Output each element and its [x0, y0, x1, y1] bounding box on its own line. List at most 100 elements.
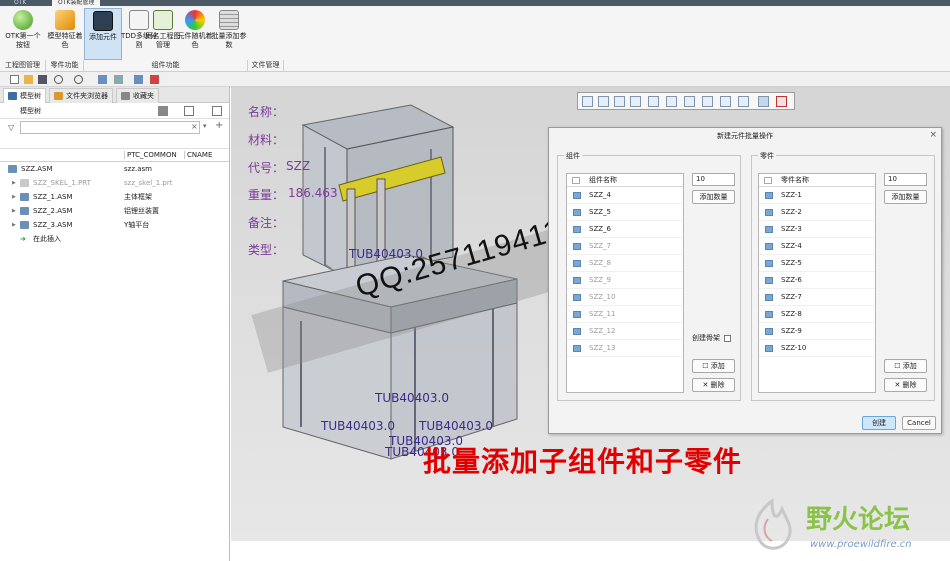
tree-row-insert-here[interactable]: ➜ 在此插入 — [0, 232, 229, 246]
part-add-count-button[interactable]: 添加数量 — [884, 190, 927, 204]
assembly-icon — [573, 294, 581, 301]
column-cname[interactable]: CNAME — [184, 151, 212, 159]
chevron-down-icon[interactable]: ▾ — [203, 122, 207, 130]
table-icon — [219, 10, 239, 30]
display-style-icon[interactable] — [648, 96, 659, 107]
repaint-icon[interactable] — [630, 96, 641, 107]
batch-add-params-button[interactable]: 批量添加参数 — [210, 8, 248, 60]
insert-arrow-icon: ➜ — [20, 235, 26, 243]
create-skeleton-checkbox[interactable]: 创建骨架 — [692, 333, 731, 343]
analysis-icon[interactable] — [776, 96, 787, 107]
part-count-input[interactable]: 10 — [884, 173, 927, 186]
list-item[interactable]: SZZ-3 — [759, 221, 875, 238]
list-item[interactable]: SZZ_13 — [567, 340, 683, 357]
assembly-add-button[interactable]: ☐ 添加 — [692, 359, 735, 373]
folder-icon — [54, 92, 63, 100]
assembly-panel-title: 组件 — [564, 151, 582, 161]
saved-views-icon[interactable] — [666, 96, 677, 107]
datum-display-icon[interactable] — [720, 96, 731, 107]
list-item[interactable]: SZZ-9 — [759, 323, 875, 340]
new-file-icon[interactable] — [10, 75, 19, 84]
otk-first-button[interactable]: OTK第一个按钮 — [4, 8, 42, 60]
window-icon[interactable] — [114, 75, 123, 84]
assembly-count-input[interactable]: 10 — [692, 173, 735, 186]
tree-row[interactable]: ▶ SZZ_2.ASM 铝锂丝装置 — [0, 204, 229, 218]
cancel-button[interactable]: Cancel — [902, 416, 936, 430]
part-delete-button[interactable]: ✕ 删除 — [884, 378, 927, 392]
palette-icon — [185, 10, 205, 30]
annotation-display-icon[interactable] — [738, 96, 749, 107]
tree-row-root[interactable]: SZZ.ASM szz.asm — [0, 162, 229, 176]
model-feature-color-button[interactable]: 模型特征着色 — [46, 8, 84, 60]
list-item[interactable]: SZZ_10 — [567, 289, 683, 306]
regenerate-icon[interactable] — [98, 75, 107, 84]
list-item[interactable]: SZZ-7 — [759, 289, 875, 306]
tab-folder-browser[interactable]: 文件夹浏览器 — [49, 88, 113, 103]
clear-icon[interactable]: × — [191, 122, 198, 131]
assembly-delete-button[interactable]: ✕ 删除 — [692, 378, 735, 392]
tree-row[interactable]: ▶ SZZ_SKEL_1.PRT szz_skel_1.prt — [0, 176, 229, 190]
undo-icon[interactable] — [54, 75, 63, 84]
list-item[interactable]: SZZ-1 — [759, 187, 875, 204]
tool-icon[interactable] — [150, 75, 159, 84]
view-manager-icon[interactable] — [684, 96, 695, 107]
part-add-button[interactable]: ☐ 添加 — [884, 359, 927, 373]
dialog-title: 新建元件批量操作 — [717, 132, 773, 140]
save-icon[interactable] — [38, 75, 47, 84]
list-item[interactable]: SZZ-2 — [759, 204, 875, 221]
tab-model-tree[interactable]: 模型树 — [3, 88, 46, 103]
list-item[interactable]: SZZ_12 — [567, 323, 683, 340]
show-icon[interactable] — [184, 106, 194, 116]
expand-arrow-icon[interactable]: ▶ — [12, 209, 16, 214]
columns-icon[interactable] — [212, 106, 222, 116]
checkbox-icon[interactable] — [572, 177, 580, 184]
settings-icon[interactable] — [158, 106, 168, 116]
checkbox-icon[interactable] — [724, 334, 731, 342]
list-item[interactable]: SZZ_4 — [567, 187, 683, 204]
close-window-icon[interactable] — [134, 75, 143, 84]
column-ptc-common[interactable]: PTC_COMMON — [124, 151, 177, 159]
list-item[interactable]: SZZ_8 — [567, 255, 683, 272]
create-button[interactable]: 创建 — [862, 416, 896, 430]
list-item[interactable]: SZZ-6 — [759, 272, 875, 289]
list-item[interactable]: SZZ_6 — [567, 221, 683, 238]
spin-center-icon[interactable] — [758, 96, 769, 107]
list-item[interactable]: SZZ-10 — [759, 340, 875, 357]
tube-label: TUB40403.0 — [321, 419, 395, 433]
tree-search-input[interactable] — [20, 121, 200, 134]
assembly-icon — [573, 345, 581, 352]
random-color-button[interactable]: 元件随机着色 — [176, 8, 214, 60]
refit-icon[interactable] — [582, 96, 593, 107]
list-item[interactable]: SZZ-4 — [759, 238, 875, 255]
redo-icon[interactable] — [74, 75, 83, 84]
expand-arrow-icon[interactable]: ▶ — [12, 181, 16, 186]
open-folder-icon[interactable] — [24, 75, 33, 84]
tree-row[interactable]: ▶ SZZ_1.ASM 主体框架 — [0, 190, 229, 204]
green-ball-icon — [13, 10, 33, 30]
part-icon — [765, 243, 773, 250]
cube-orange-icon — [55, 10, 75, 30]
list-item[interactable]: SZZ_7 — [567, 238, 683, 255]
close-icon[interactable]: × — [929, 131, 937, 140]
list-item[interactable]: SZZ_9 — [567, 272, 683, 289]
list-item[interactable]: SZZ-5 — [759, 255, 875, 272]
section-icon[interactable] — [702, 96, 713, 107]
add-component-button[interactable]: 添加元件 — [84, 8, 122, 60]
tree-row[interactable]: ▶ SZZ_3.ASM Y轴平台 — [0, 218, 229, 232]
add-filter-icon[interactable]: + — [215, 120, 223, 131]
zoom-in-icon[interactable] — [598, 96, 609, 107]
filter-icon: ▽ — [8, 123, 15, 132]
expand-arrow-icon[interactable]: ▶ — [12, 195, 16, 200]
list-item[interactable]: SZZ_11 — [567, 306, 683, 323]
list-item[interactable]: SZZ-8 — [759, 306, 875, 323]
assembly-icon — [20, 221, 29, 229]
zoom-out-icon[interactable] — [614, 96, 625, 107]
assembly-add-count-button[interactable]: 添加数量 — [692, 190, 735, 204]
list-item[interactable]: SZZ_5 — [567, 204, 683, 221]
tab-favorites[interactable]: 收藏夹 — [116, 88, 159, 103]
quick-access-toolbar — [0, 72, 950, 87]
part-icon — [765, 226, 773, 233]
view-toolbar — [577, 92, 795, 110]
checkbox-icon[interactable] — [764, 177, 772, 184]
expand-arrow-icon[interactable]: ▶ — [12, 223, 16, 228]
